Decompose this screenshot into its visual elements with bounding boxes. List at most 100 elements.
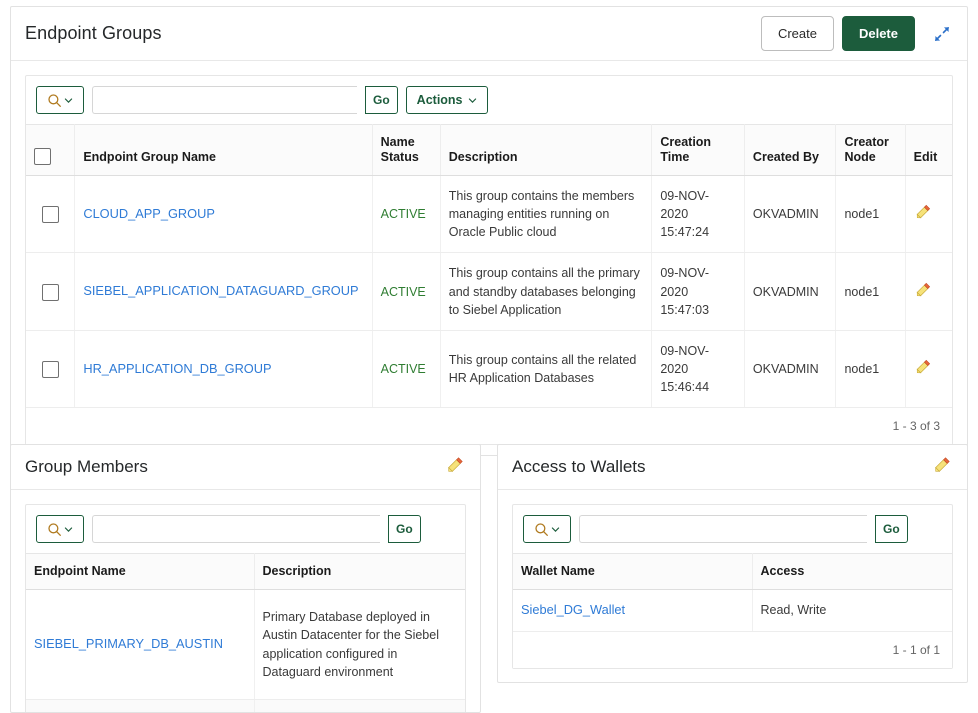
table-body: CLOUD_APP_GROUP ACTIVE This group contai…: [26, 176, 952, 408]
search-column-selector[interactable]: [36, 86, 84, 114]
header-access[interactable]: Access: [752, 554, 952, 590]
search-input[interactable]: [92, 86, 357, 114]
cell-name-status: ACTIVE: [372, 253, 440, 330]
header-creator-node[interactable]: Creator Node: [836, 125, 905, 176]
row-select-cell: [26, 330, 75, 407]
wallets-go-button[interactable]: Go: [875, 515, 908, 543]
cell-creator-node: node1: [836, 176, 905, 253]
group-members-search-input[interactable]: [92, 515, 380, 543]
cell-endpoint-group-name: CLOUD_APP_GROUP: [75, 176, 372, 253]
cell-created-by: OKVADMIN: [744, 253, 836, 330]
wallets-search-column-selector[interactable]: [523, 515, 571, 543]
cell-created-by: OKVADMIN: [744, 176, 836, 253]
table-row: SIEBEL_APPLICATION_DATAGUARD_GROUP ACTIV…: [26, 253, 952, 330]
header-endpoint-group-name[interactable]: Endpoint Group Name: [75, 125, 372, 176]
magnifier-icon: [47, 93, 62, 108]
cell-name-status: ACTIVE: [372, 330, 440, 407]
wallets-search-input[interactable]: [579, 515, 867, 543]
select-all-checkbox[interactable]: [34, 148, 51, 165]
go-button[interactable]: Go: [365, 86, 398, 114]
header-created-by[interactable]: Created By: [744, 125, 836, 176]
cell-description: This group contains all the related HR A…: [440, 330, 652, 407]
header-name-status[interactable]: Name Status: [372, 125, 440, 176]
chevron-down-icon: [64, 96, 73, 105]
cell-edit: [905, 253, 952, 330]
endpoint-group-link[interactable]: HR_APPLICATION_DB_GROUP: [83, 361, 271, 376]
endpoint-groups-report: Go Actions Endpoint Group Name Name S: [25, 75, 953, 445]
cell-creator-node: node1: [836, 253, 905, 330]
group-members-search-toolbar: Go: [26, 505, 465, 553]
cell-edit: [905, 330, 952, 407]
wallets-search-toolbar: Go: [513, 505, 952, 553]
group-members-go-button[interactable]: Go: [388, 515, 421, 543]
region-header: Endpoint Groups Create Delete: [11, 7, 967, 61]
cell-description: [254, 700, 465, 713]
group-members-table: Endpoint Name Description SIEBEL_PRIMARY…: [26, 553, 465, 713]
pencil-icon[interactable]: [445, 454, 466, 480]
search-toolbar: Go Actions: [26, 76, 952, 124]
endpoint-group-link[interactable]: SIEBEL_APPLICATION_DATAGUARD_GROUP: [83, 283, 358, 298]
row-checkbox[interactable]: [42, 284, 59, 301]
header-description[interactable]: Description: [440, 125, 652, 176]
wallets-pagination: 1 - 1 of 1: [513, 632, 952, 668]
chevron-down-icon: [468, 96, 477, 105]
group-members-title: Group Members: [25, 457, 445, 477]
endpoint-group-link[interactable]: CLOUD_APP_GROUP: [83, 206, 215, 221]
endpoint-link[interactable]: SIEBEL_PRIMARY_DB_AUSTIN: [34, 636, 223, 651]
cell-endpoint-group-name: HR_APPLICATION_DB_GROUP: [75, 330, 372, 407]
chevron-down-icon: [551, 525, 560, 534]
wallet-link[interactable]: Siebel_DG_Wallet: [521, 602, 625, 617]
bottom-panels: Group Members: [10, 444, 968, 713]
table-header-row: Wallet Name Access: [513, 554, 952, 590]
pencil-icon[interactable]: [914, 280, 933, 304]
table-header-row: Endpoint Group Name Name Status Descript…: [26, 125, 952, 176]
actions-button[interactable]: Actions: [406, 86, 488, 114]
group-members-report: Go Endpoint Name Description SIEBEL_PRIM…: [25, 504, 466, 713]
row-checkbox[interactable]: [42, 361, 59, 378]
access-to-wallets-report: Go Wallet Name Access Siebel_DG_Wallet: [512, 504, 953, 669]
group-members-region: Group Members: [10, 444, 481, 713]
magnifier-icon: [47, 522, 62, 537]
chevron-down-icon: [64, 525, 73, 534]
cell-creation-time: 09-NOV-2020 15:46:44: [652, 330, 745, 407]
cell-edit: [905, 176, 952, 253]
cell-creator-node: node1: [836, 330, 905, 407]
delete-button[interactable]: Delete: [842, 16, 915, 51]
cell-endpoint-name: [26, 700, 254, 713]
cell-description: This group contains all the primary and …: [440, 253, 652, 330]
table-row: CLOUD_APP_GROUP ACTIVE This group contai…: [26, 176, 952, 253]
pencil-icon[interactable]: [914, 202, 933, 226]
access-to-wallets-title: Access to Wallets: [512, 457, 932, 477]
cell-creation-time: 09-NOV-2020 15:47:03: [652, 253, 745, 330]
header-edit[interactable]: Edit: [905, 125, 952, 176]
create-button[interactable]: Create: [761, 16, 834, 51]
header-description[interactable]: Description: [254, 554, 465, 590]
access-to-wallets-table: Wallet Name Access Siebel_DG_Wallet Read…: [513, 553, 952, 632]
pencil-icon[interactable]: [932, 454, 953, 480]
header-creation-time[interactable]: Creation Time: [652, 125, 745, 176]
table-body: Siebel_DG_Wallet Read, Write: [513, 590, 952, 632]
magnifier-icon: [534, 522, 549, 537]
actions-button-label: Actions: [417, 93, 463, 107]
table-row: SIEBEL_PRIMARY_DB_AUSTIN Primary Databas…: [26, 590, 465, 700]
endpoint-groups-table: Endpoint Group Name Name Status Descript…: [26, 124, 952, 408]
group-members-search-column-selector[interactable]: [36, 515, 84, 543]
table-row: Siebel_DG_Wallet Read, Write: [513, 590, 952, 632]
cell-name-status: ACTIVE: [372, 176, 440, 253]
header-wallet-name[interactable]: Wallet Name: [513, 554, 752, 590]
cell-description: Primary Database deployed in Austin Data…: [254, 590, 465, 700]
header-endpoint-name[interactable]: Endpoint Name: [26, 554, 254, 590]
expand-diagonal-icon[interactable]: [931, 23, 953, 45]
row-checkbox[interactable]: [42, 206, 59, 223]
group-members-header: Group Members: [11, 445, 480, 490]
cell-wallet-name: Siebel_DG_Wallet: [513, 590, 752, 632]
pencil-icon[interactable]: [914, 357, 933, 381]
status-badge: ACTIVE: [381, 362, 426, 376]
endpoint-groups-page: Endpoint Groups Create Delete: [0, 0, 978, 713]
cell-endpoint-group-name: SIEBEL_APPLICATION_DATAGUARD_GROUP: [75, 253, 372, 330]
header-actions: Create Delete: [761, 16, 953, 51]
endpoint-groups-region: Endpoint Groups Create Delete: [10, 6, 968, 456]
status-badge: ACTIVE: [381, 207, 426, 221]
access-to-wallets-header: Access to Wallets: [498, 445, 967, 490]
table-row: [26, 700, 465, 713]
